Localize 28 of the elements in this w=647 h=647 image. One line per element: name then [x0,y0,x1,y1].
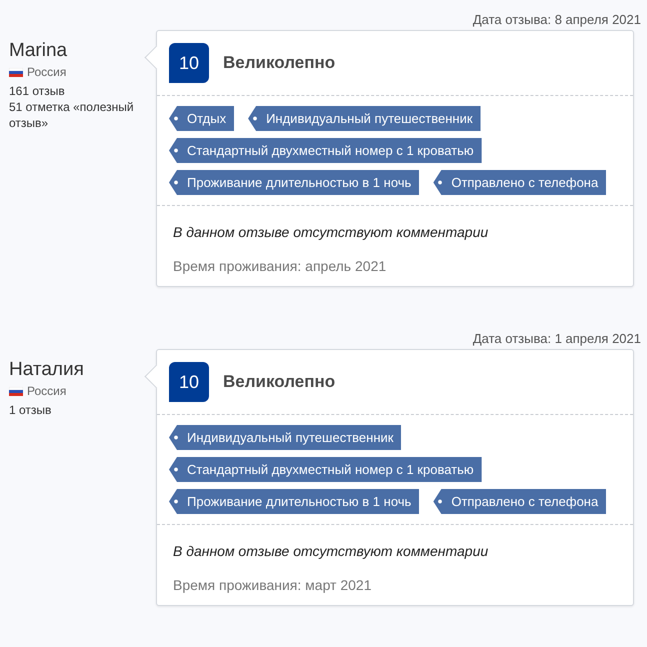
review-tag: Стандартный двухместный номер с 1 кроватью [169,138,482,163]
review-tag: Отправлено с телефона [433,489,606,514]
review-comment: В данном отзыве отсутствуют комментарии [173,224,490,240]
score-verdict: Великолепно [223,53,336,73]
stay-date: Время проживания: апрель 2021 [173,258,388,274]
review-tag: Отправлено с телефона [433,170,606,195]
stay-date: Время проживания: март 2021 [173,577,373,593]
review-tag: Отдых [169,106,234,131]
review-tag: Стандартный двухместный номер с 1 кроватью [169,457,482,482]
reviewer-stat: 1 отзыв [9,402,52,418]
reviewer-stat: 51 отметка «полезный отзыв» [9,99,135,131]
flag-icon [9,386,23,396]
review-date: Дата отзыва: 1 апреля 2021 [472,330,641,348]
score-badge: 10 [169,43,209,83]
review-date: Дата отзыва: 8 апреля 2021 [472,11,641,29]
review-comment: В данном отзыве отсутствуют комментарии [173,543,490,559]
score-verdict: Великолепно [223,372,336,392]
reviewer-stat: 161 отзыв [9,83,66,99]
flag-icon [9,68,23,76]
reviewer-name: Наталия [9,358,85,382]
reviewer-name: Marina [9,39,68,63]
reviewer-country: Россия [27,65,66,79]
review-tag: Проживание длительностью в 1 ночь [169,489,420,514]
review-tag: Индивидуальный путешественник [169,425,402,450]
reviewer-country: Россия [27,384,66,398]
review-tag: Проживание длительностью в 1 ночь [169,170,420,195]
score-badge: 10 [169,362,209,402]
review-tag: Индивидуальный путешественник [248,106,481,131]
